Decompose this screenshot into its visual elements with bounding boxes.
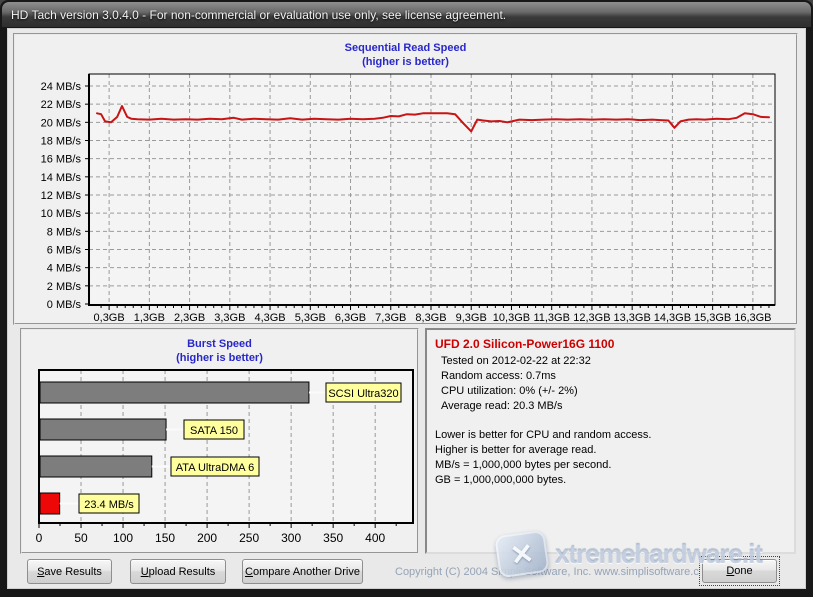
x-tick-label: 0,3GB bbox=[94, 312, 125, 323]
x-tick-label: 50 bbox=[74, 531, 88, 545]
drive-title: UFD 2.0 Silicon-Power16G 1100 bbox=[435, 337, 615, 351]
note-lower-better: Lower is better for CPU and random acces… bbox=[435, 429, 652, 441]
y-tick-label: 22 MB/s bbox=[41, 99, 82, 111]
y-tick-label: 14 MB/s bbox=[41, 172, 82, 184]
x-tick-label: 9,3GB bbox=[456, 312, 487, 323]
x-tick-label: 14,3GB bbox=[654, 312, 691, 323]
x-tick-label: 2,3GB bbox=[174, 312, 205, 323]
burst-speed-chart: 0 50 100 150 200 250 300 350 400 SCSI Ultra320 SAT… bbox=[36, 369, 414, 545]
x-tick-label: 16,3GB bbox=[734, 312, 771, 323]
sequential-read-chart: 24 MB/s 22 MB/s 20 MB/s 18 MB/s 16 MB/s 14 MB… bbox=[41, 73, 776, 323]
x-tick-label: 1,3GB bbox=[134, 312, 165, 323]
bar-label: 23.4 MB/s bbox=[84, 499, 134, 511]
done-button[interactable]: Done bbox=[702, 559, 777, 583]
y-tick-label: 12 MB/s bbox=[41, 190, 82, 202]
bar-label: SCSI Ultra320 bbox=[328, 388, 398, 400]
x-tick-label: 7,3GB bbox=[375, 312, 406, 323]
x-tick-label: 400 bbox=[365, 531, 385, 545]
save-results-button[interactable]: Save Results bbox=[27, 559, 112, 584]
x-tick-label: 150 bbox=[155, 531, 175, 545]
x-tick-label: 300 bbox=[281, 531, 301, 545]
bar-sata-150 bbox=[39, 418, 167, 441]
bar-ata-ultradma-6 bbox=[39, 455, 153, 478]
x-tick-label: 4,3GB bbox=[254, 312, 285, 323]
x-tick-label: 8,3GB bbox=[415, 312, 446, 323]
x-tick-label: 12,3GB bbox=[573, 312, 610, 323]
bar-label: ATA UltraDMA 6 bbox=[176, 462, 254, 474]
average-read-line: Average read: 20.3 MB/s bbox=[441, 400, 563, 412]
x-tick-label: 200 bbox=[197, 531, 217, 545]
title-bar[interactable]: HD Tach version 3.0.4.0 - For non-commer… bbox=[2, 2, 811, 27]
hd-tach-window: HD Tach version 3.0.4.0 - For non-commer… bbox=[0, 0, 813, 597]
x-tick-label: 0 bbox=[36, 531, 43, 545]
y-tick-label: 6 MB/s bbox=[47, 245, 82, 257]
note-mbs-definition: MB/s = 1,000,000 bytes per second. bbox=[435, 459, 612, 471]
y-tick-label: 16 MB/s bbox=[41, 154, 82, 166]
y-tick-label: 8 MB/s bbox=[47, 226, 82, 238]
drive-info-panel: UFD 2.0 Silicon-Power16G 1100 Tested on … bbox=[425, 328, 796, 554]
note-higher-better: Higher is better for average read. bbox=[435, 444, 597, 456]
y-tick-label: 18 MB/s bbox=[41, 136, 82, 148]
x-tick-label: 350 bbox=[323, 531, 343, 545]
x-tick-label: 250 bbox=[239, 531, 259, 545]
x-tick-label: 3,3GB bbox=[214, 312, 245, 323]
compare-another-drive-button[interactable]: Compare Another Drive bbox=[242, 559, 363, 584]
x-tick-label: 15,3GB bbox=[694, 312, 731, 323]
y-tick-label: 10 MB/s bbox=[41, 208, 82, 220]
tested-on-line: Tested on 2012-02-22 at 22:32 bbox=[441, 355, 591, 367]
y-tick-label: 0 MB/s bbox=[47, 299, 82, 311]
x-tick-label: 5,3GB bbox=[295, 312, 326, 323]
burst-speed-panel: Burst Speed (higher is better) 0 50 100 150… bbox=[20, 328, 419, 554]
x-tick-label: 11,3GB bbox=[533, 312, 570, 323]
note-gb-definition: GB = 1,000,000,000 bytes. bbox=[435, 474, 567, 486]
bar-23-4-mb-s bbox=[39, 492, 61, 515]
x-tick-label: 100 bbox=[113, 531, 133, 545]
cpu-utilization-line: CPU utilization: 0% (+/- 2%) bbox=[441, 385, 578, 397]
y-tick-label: 4 MB/s bbox=[47, 263, 82, 275]
sequential-read-panel: Sequential Read Speed (higher is better)… bbox=[13, 33, 798, 325]
bar-scsi-ultra320 bbox=[39, 381, 310, 404]
done-button-focus-ring: Done bbox=[699, 556, 780, 586]
x-tick-label: 10,3GB bbox=[493, 312, 530, 323]
x-tick-label: 6,3GB bbox=[335, 312, 366, 323]
random-access-line: Random access: 0.7ms bbox=[441, 370, 556, 382]
window-title: HD Tach version 3.0.4.0 - For non-commer… bbox=[11, 7, 507, 22]
x-tick-label: 13,3GB bbox=[614, 312, 651, 323]
y-tick-label: 2 MB/s bbox=[47, 281, 82, 293]
copyright-text: Copyright (C) 2004 Simpli Software, Inc.… bbox=[395, 566, 715, 578]
y-tick-label: 24 MB/s bbox=[41, 81, 82, 93]
bar-label: SATA 150 bbox=[190, 425, 238, 437]
y-tick-label: 20 MB/s bbox=[41, 117, 82, 129]
upload-results-button[interactable]: Upload Results bbox=[130, 559, 226, 584]
